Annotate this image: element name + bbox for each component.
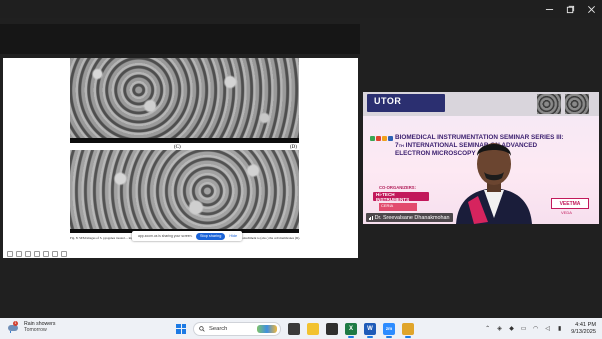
partner-logo-icon [376, 136, 381, 141]
word-icon[interactable]: W [364, 322, 376, 338]
pdf-tool-icon[interactable] [61, 251, 67, 257]
zoom-icon[interactable]: zm [383, 322, 395, 338]
sem-photo [537, 94, 561, 114]
minimize-button[interactable] [539, 0, 560, 18]
sponsor-logo: VEDA [561, 210, 572, 215]
pdf-tool-icon[interactable] [25, 251, 31, 257]
rain-cloud-icon: 1 [8, 320, 19, 333]
volume-icon[interactable]: ◁ [544, 325, 551, 332]
utor-logo: UTOR [367, 94, 445, 112]
clock-date: 9/13/2025 [571, 328, 596, 335]
window-controls [539, 0, 602, 18]
background-header: UTOR [363, 92, 599, 116]
file-explorer-icon[interactable] [307, 322, 319, 335]
notepad-app-icon[interactable] [326, 322, 338, 335]
sem-photo [565, 94, 589, 114]
taskbar: 1 Rain showers Tomorrow Search X Wzm ⌃ ◈ … [0, 318, 602, 339]
weather-alert-badge: 1 [13, 320, 18, 326]
sharing-message: app.zoom.us is sharing your screen. [138, 234, 193, 238]
close-icon [588, 5, 595, 13]
taskbar-center: Search X Wzm [176, 320, 414, 338]
excel-icon[interactable]: X [345, 322, 357, 338]
sponsor-logo: Hi-TECH INSTRUMENTS [373, 192, 429, 202]
chevron-up-icon[interactable]: ⌃ [484, 325, 491, 332]
search-highlight-icon [257, 324, 277, 333]
shared-screen[interactable]: (C) (D) Fig. 8: SEM images of S. pyogene… [3, 58, 358, 258]
pdf-tool-icon[interactable] [16, 251, 22, 257]
search-icon [199, 325, 205, 332]
partner-logos [370, 136, 393, 141]
wifi-icon[interactable]: ◠ [532, 325, 539, 332]
weather-widget[interactable]: 1 Rain showers Tomorrow [8, 320, 55, 333]
meet-now-icon[interactable]: ◈ [496, 325, 503, 332]
partner-logo-icon [370, 136, 375, 141]
panel-label-d: (D) [289, 145, 298, 150]
search-placeholder: Search [209, 325, 228, 332]
coorganizers-label: CO-ORGANIZERS: [379, 185, 416, 190]
panel-label-c: (C) [173, 145, 182, 150]
battery-icon[interactable]: ▮ [556, 325, 563, 332]
stop-sharing-button[interactable]: Stop sharing [196, 232, 226, 240]
hide-sharing-bar-button[interactable]: Hide [229, 234, 237, 238]
chrome-icon[interactable] [402, 322, 414, 338]
sem-image-top [70, 58, 299, 138]
audio-level-icon [369, 215, 373, 220]
clock[interactable]: 4:41 PM 9/13/2025 [571, 322, 596, 335]
shared-screen-top-band [0, 24, 360, 54]
taskbar-search[interactable]: Search [193, 321, 281, 336]
participant-name-badge: Dr. Sreevalsane Dhanakmohan [366, 213, 453, 222]
pdf-tool-icon[interactable] [43, 251, 49, 257]
screen-sharing-bar: app.zoom.us is sharing your screen. Stop… [132, 231, 242, 241]
weather-text: Rain showers Tomorrow [24, 321, 55, 333]
meeting-stage: (C) (D) Fig. 8: SEM images of S. pyogene… [0, 18, 602, 318]
weather-subtitle: Tomorrow [24, 327, 47, 334]
shield-icon[interactable]: ◆ [508, 325, 515, 332]
participant-person [456, 143, 532, 224]
display-icon[interactable]: ▭ [520, 325, 527, 332]
start-button[interactable] [176, 323, 186, 334]
system-tray: ⌃ ◈ ◆ ▭ ◠ ◁ ▮ 4:41 PM 9/13/2025 [484, 320, 596, 337]
pdf-tool-icon[interactable] [34, 251, 40, 257]
partner-logo-icon [382, 136, 387, 141]
clock-time: 4:41 PM [575, 322, 596, 329]
restore-icon [566, 5, 575, 13]
participant-video[interactable]: UTOR BIOMEDICAL INSTRUMENTATION SEMINAR … [363, 92, 599, 224]
sem-image-bottom [70, 150, 299, 232]
pdf-tool-icon[interactable] [7, 251, 13, 257]
pdf-tool-icon[interactable] [52, 251, 58, 257]
minimize-icon [545, 8, 554, 10]
partner-logo-icon [388, 136, 393, 141]
logo-text: UTOR [374, 96, 402, 106]
sem-figure [70, 58, 299, 233]
task-view-icon[interactable] [288, 322, 300, 335]
window-titlebar [0, 0, 602, 18]
pdf-toolbar [7, 251, 67, 257]
close-button[interactable] [581, 0, 602, 18]
sponsor-logo: CERIA [379, 203, 417, 211]
taskbar-apps: X Wzm [288, 322, 414, 338]
sponsor-logo: VEETMA [551, 198, 589, 209]
figure-gap [70, 143, 299, 150]
maximize-button[interactable] [560, 0, 581, 18]
participant-name: Dr. Sreevalsane Dhanakmohan [374, 214, 450, 221]
